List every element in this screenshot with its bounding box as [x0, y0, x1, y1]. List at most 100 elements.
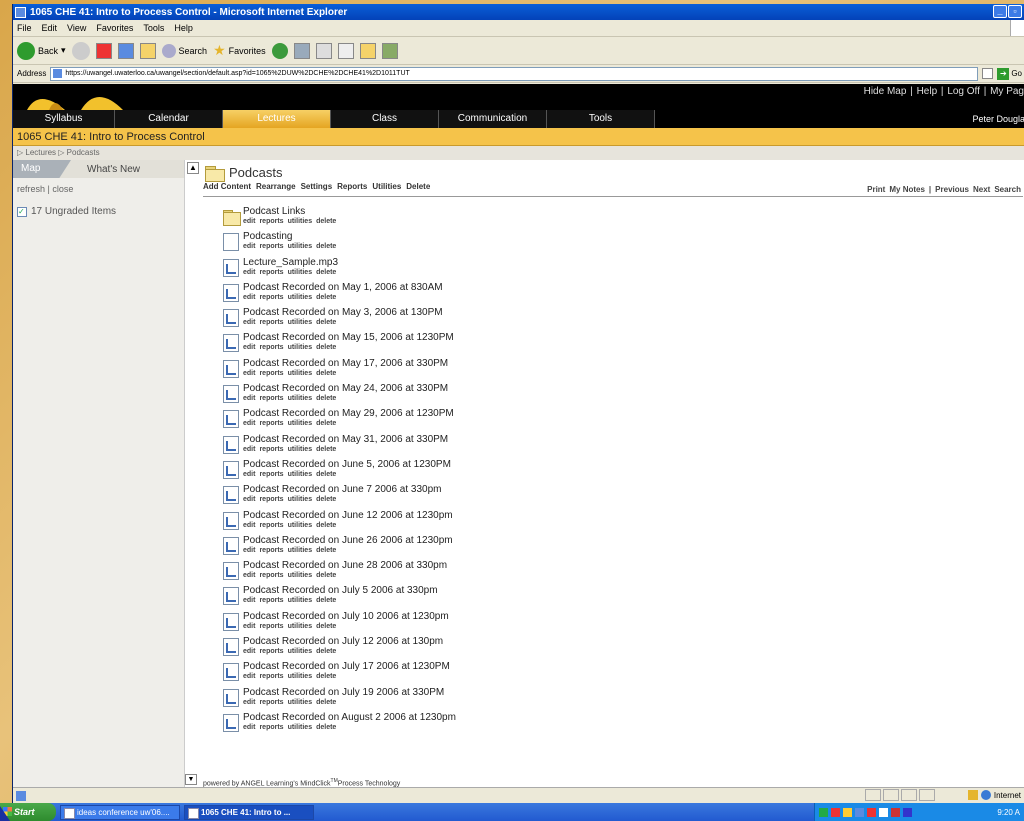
search-link[interactable]: Search: [994, 185, 1021, 194]
folder-icon[interactable]: [359, 42, 376, 59]
scroll-down-button[interactable]: ▼: [185, 774, 197, 785]
item-utilities-link[interactable]: utilities: [288, 243, 313, 250]
menu-file[interactable]: File: [17, 23, 32, 33]
mail-icon[interactable]: [293, 42, 310, 59]
item-title-link[interactable]: Podcast Recorded on August 2 2006 at 123…: [243, 712, 456, 723]
item-edit-link[interactable]: edit: [243, 294, 255, 301]
breadcrumb[interactable]: ▷ Lectures ▷ Podcasts: [13, 146, 1024, 160]
utilities-button[interactable]: Utilities: [372, 182, 401, 196]
item-delete-link[interactable]: delete: [316, 648, 336, 655]
print-icon[interactable]: [315, 42, 332, 59]
tab-map[interactable]: Map: [13, 160, 71, 178]
item-reports-link[interactable]: reports: [259, 673, 283, 680]
item-edit-link[interactable]: edit: [243, 699, 255, 706]
item-delete-link[interactable]: delete: [316, 269, 336, 276]
item-delete-link[interactable]: delete: [316, 496, 336, 503]
stop-icon[interactable]: [95, 42, 112, 59]
item-title-link[interactable]: Podcast Recorded on May 31, 2006 at 330P…: [243, 434, 448, 445]
item-reports-link[interactable]: reports: [259, 218, 283, 225]
item-title-link[interactable]: Podcast Recorded on June 26 2006 at 1230…: [243, 535, 453, 546]
tray-icon[interactable]: [903, 807, 912, 817]
item-reports-link[interactable]: reports: [259, 496, 283, 503]
menu-help[interactable]: Help: [174, 23, 193, 33]
item-reports-link[interactable]: reports: [259, 344, 283, 351]
item-edit-link[interactable]: edit: [243, 547, 255, 554]
item-reports-link[interactable]: reports: [259, 471, 283, 478]
tab-syllabus[interactable]: Syllabus: [13, 110, 115, 128]
item-delete-link[interactable]: delete: [316, 547, 336, 554]
item-delete-link[interactable]: delete: [316, 724, 336, 731]
item-utilities-link[interactable]: utilities: [288, 370, 313, 377]
tray-icon[interactable]: [843, 807, 852, 817]
item-delete-link[interactable]: delete: [316, 395, 336, 402]
item-edit-link[interactable]: edit: [243, 724, 255, 731]
item-delete-link[interactable]: delete: [316, 344, 336, 351]
item-utilities-link[interactable]: utilities: [288, 623, 313, 630]
item-title-link[interactable]: Podcast Recorded on May 29, 2006 at 1230…: [243, 408, 454, 419]
item-title-link[interactable]: Podcast Recorded on June 7 2006 at 330pm: [243, 484, 441, 495]
log-off-link[interactable]: Log Off: [947, 86, 980, 97]
item-delete-link[interactable]: delete: [316, 420, 336, 427]
help-link[interactable]: Help: [917, 86, 938, 97]
item-title-link[interactable]: Podcast Recorded on July 5 2006 at 330pm: [243, 585, 438, 596]
hide-map-link[interactable]: Hide Map: [864, 86, 907, 97]
item-edit-link[interactable]: edit: [243, 218, 255, 225]
forward-button[interactable]: [71, 41, 90, 60]
collapse-sidebar-button[interactable]: ▲: [187, 162, 199, 174]
item-utilities-link[interactable]: utilities: [288, 597, 313, 604]
item-utilities-link[interactable]: utilities: [288, 724, 313, 731]
item-utilities-link[interactable]: utilities: [288, 446, 313, 453]
tray-icon[interactable]: [819, 807, 828, 817]
item-utilities-link[interactable]: utilities: [288, 572, 313, 579]
address-input[interactable]: https://uwangel.uwaterloo.ca/uwangel/sec…: [50, 66, 979, 81]
item-edit-link[interactable]: edit: [243, 522, 255, 529]
item-utilities-link[interactable]: utilities: [288, 699, 313, 706]
item-delete-link[interactable]: delete: [316, 319, 336, 326]
item-utilities-link[interactable]: utilities: [288, 673, 313, 680]
my-notes-link[interactable]: My Notes: [889, 185, 925, 194]
print-link[interactable]: Print: [867, 185, 885, 194]
item-reports-link[interactable]: reports: [259, 370, 283, 377]
item-edit-link[interactable]: edit: [243, 344, 255, 351]
tray-icon[interactable]: [867, 807, 876, 817]
menu-edit[interactable]: Edit: [42, 23, 58, 33]
task-ie-window[interactable]: 1065 CHE 41: Intro to ...: [184, 804, 314, 820]
item-title-link[interactable]: Podcast Recorded on May 17, 2006 at 330P…: [243, 358, 448, 369]
tray-icon[interactable]: [879, 807, 888, 817]
item-edit-link[interactable]: edit: [243, 572, 255, 579]
item-reports-link[interactable]: reports: [259, 597, 283, 604]
item-edit-link[interactable]: edit: [243, 269, 255, 276]
item-delete-link[interactable]: delete: [316, 623, 336, 630]
item-delete-link[interactable]: delete: [316, 699, 336, 706]
go-button[interactable]: ➔ Go: [997, 67, 1024, 80]
home-icon[interactable]: [139, 42, 156, 59]
item-delete-link[interactable]: delete: [316, 218, 336, 225]
favorites-button[interactable]: ★ Favorites: [213, 42, 266, 59]
item-utilities-link[interactable]: utilities: [288, 496, 313, 503]
item-title-link[interactable]: Podcast Recorded on June 28 2006 at 330p…: [243, 560, 447, 571]
item-edit-link[interactable]: edit: [243, 597, 255, 604]
item-reports-link[interactable]: reports: [259, 269, 283, 276]
item-title-link[interactable]: Lecture_Sample.mp3: [243, 257, 340, 268]
rearrange-button[interactable]: Rearrange: [256, 182, 296, 196]
item-title-link[interactable]: Podcast Recorded on May 1, 2006 at 830AM: [243, 282, 443, 293]
add-content-button[interactable]: Add Content: [203, 182, 251, 196]
item-title-link[interactable]: Podcast Recorded on July 12 2006 at 130p…: [243, 636, 443, 647]
item-utilities-link[interactable]: utilities: [288, 522, 313, 529]
item-reports-link[interactable]: reports: [259, 724, 283, 731]
item-utilities-link[interactable]: utilities: [288, 344, 313, 351]
item-title-link[interactable]: Podcast Recorded on May 24, 2006 at 330P…: [243, 383, 448, 394]
item-delete-link[interactable]: delete: [316, 243, 336, 250]
search-button[interactable]: Search: [161, 43, 207, 58]
item-reports-link[interactable]: reports: [259, 522, 283, 529]
item-reports-link[interactable]: reports: [259, 547, 283, 554]
item-reports-link[interactable]: reports: [259, 699, 283, 706]
maximize-button[interactable]: ▫: [1008, 5, 1022, 18]
item-edit-link[interactable]: edit: [243, 446, 255, 453]
item-edit-link[interactable]: edit: [243, 370, 255, 377]
item-title-link[interactable]: Podcast Recorded on July 10 2006 at 1230…: [243, 611, 449, 622]
item-utilities-link[interactable]: utilities: [288, 218, 313, 225]
item-reports-link[interactable]: reports: [259, 294, 283, 301]
tab-calendar[interactable]: Calendar: [115, 110, 223, 128]
item-delete-link[interactable]: delete: [316, 522, 336, 529]
